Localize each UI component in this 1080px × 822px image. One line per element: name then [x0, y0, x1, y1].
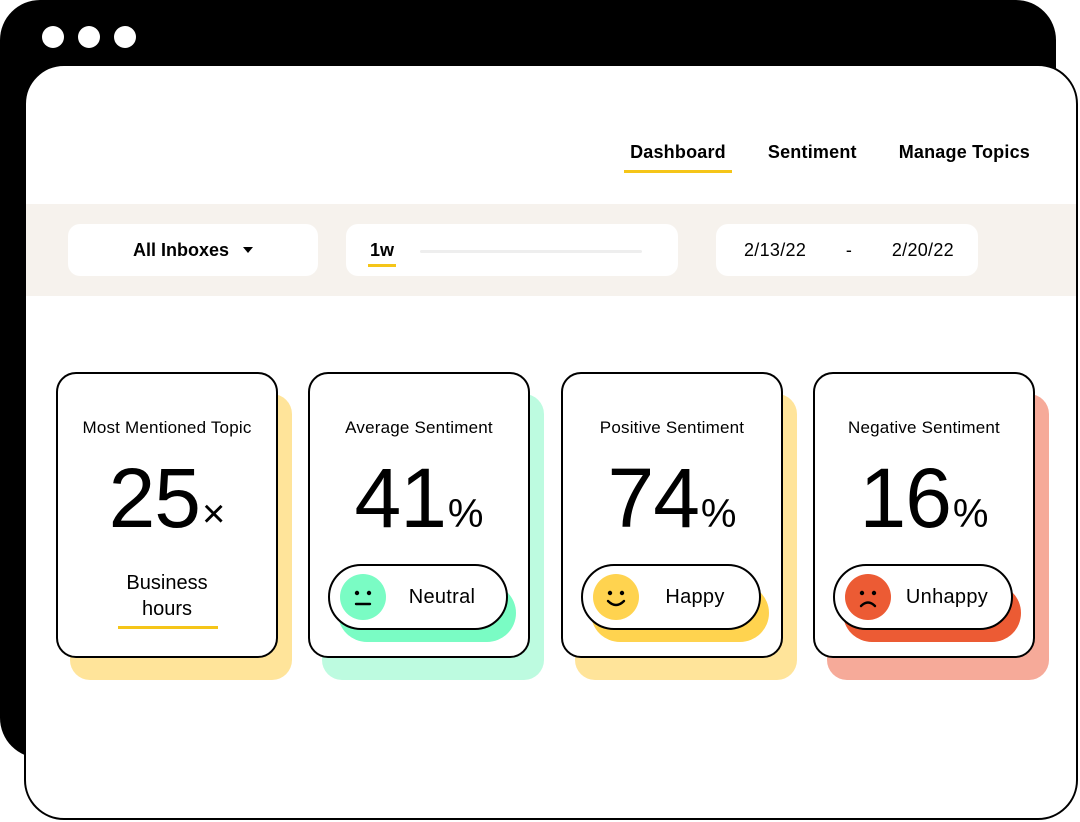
metric-number: 25 [108, 451, 201, 545]
card: Average Sentiment 41% Neutral [308, 372, 530, 658]
range-option-1w[interactable]: 1w [367, 240, 397, 267]
card: Positive Sentiment 74% Happy [561, 372, 783, 658]
positive-sentiment-card: Positive Sentiment 74% Happy [561, 372, 797, 680]
caret-down-icon [243, 247, 254, 253]
metric-value: 41% [310, 450, 528, 547]
badge-label: Happy [665, 585, 725, 608]
topic-name-line: hours [141, 598, 193, 620]
average-sentiment-card: Average Sentiment 41% Neutral [308, 372, 544, 680]
metric-number: 41 [354, 451, 446, 545]
sentiment-badge[interactable]: Unhappy [833, 564, 1013, 630]
topic-underline [118, 626, 218, 629]
metric-value: 16% [815, 450, 1033, 547]
sentiment-badge[interactable]: Happy [581, 564, 761, 630]
metric-unit: % [700, 492, 737, 536]
happy-face-icon [593, 574, 639, 620]
topic-name[interactable]: Business hours [58, 570, 276, 622]
metric-number: 16 [859, 451, 951, 545]
card: Negative Sentiment 16% Unhappy [813, 372, 1035, 658]
time-range-selector[interactable]: 1w [346, 224, 678, 276]
metric-unit: % [952, 492, 989, 536]
metric-value: 25× [58, 450, 276, 547]
window-dot-icon [114, 26, 136, 48]
filter-bar: All Inboxes 1w 2/13/22 - 2/20/22 [26, 204, 1076, 296]
badge-label: Unhappy [905, 585, 989, 608]
range-slider-track[interactable] [420, 250, 642, 253]
app-window: Dashboard Sentiment Manage Topics All In… [24, 64, 1078, 820]
inbox-dropdown[interactable]: All Inboxes [68, 224, 318, 276]
topic-name-line: Business [126, 572, 208, 594]
nav-dashboard[interactable]: Dashboard [624, 142, 732, 173]
negative-sentiment-card: Negative Sentiment 16% Unhappy [813, 372, 1049, 680]
top-nav: Dashboard Sentiment Manage Topics [624, 142, 1030, 173]
inbox-dropdown-label: All Inboxes [132, 239, 230, 260]
window-dot-icon [42, 26, 64, 48]
metric-value: 74% [563, 450, 781, 547]
card: Most Mentioned Topic 25× Business hours [56, 372, 278, 658]
card-title: Most Mentioned Topic [82, 418, 252, 437]
neutral-face-icon [340, 574, 386, 620]
end-date[interactable]: 2/20/22 [892, 240, 954, 261]
window-dot-icon [78, 26, 100, 48]
card-title: Positive Sentiment [599, 418, 745, 437]
badge-label: Neutral [408, 585, 476, 608]
date-range-picker[interactable]: 2/13/22 - 2/20/22 [716, 224, 978, 276]
card-title: Average Sentiment [345, 418, 493, 437]
nav-manage-topics[interactable]: Manage Topics [899, 142, 1030, 171]
start-date[interactable]: 2/13/22 [744, 240, 806, 261]
sad-face-icon [845, 574, 891, 620]
date-separator: - [845, 239, 853, 260]
sentiment-badge[interactable]: Neutral [328, 564, 508, 630]
card-title: Negative Sentiment [848, 418, 1000, 437]
metric-unit: × [202, 492, 226, 536]
nav-sentiment[interactable]: Sentiment [768, 142, 857, 171]
metric-unit: % [447, 492, 484, 536]
most-mentioned-topic-card: Most Mentioned Topic 25× Business hours [56, 372, 292, 680]
metric-number: 74 [607, 451, 699, 545]
